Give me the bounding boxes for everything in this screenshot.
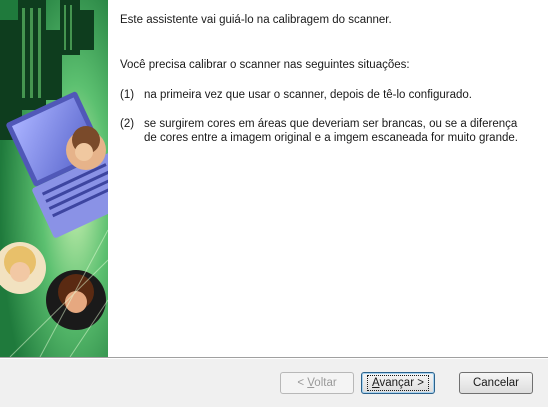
list-item-number: (1) bbox=[120, 89, 135, 101]
list-item-text: se surgirem cores em áreas que deveriam … bbox=[144, 118, 518, 144]
calibration-wizard-window: Este assistente vai guiá-lo na calibrage… bbox=[0, 0, 548, 407]
cancel-button[interactable]: Cancelar bbox=[459, 372, 533, 394]
back-button-prefix: < bbox=[297, 377, 308, 389]
back-button[interactable]: < Voltar bbox=[280, 372, 354, 394]
back-button-rest: oltar bbox=[314, 377, 337, 389]
next-button-focus: Avançar > bbox=[367, 375, 429, 391]
list-item: (2) se surgirem cores em áreas que dever… bbox=[120, 117, 530, 145]
list-item-number: (2) bbox=[120, 118, 135, 130]
list-item: (1) na primeira vez que usar o scanner, … bbox=[120, 88, 530, 102]
next-button-rest: vançar > bbox=[379, 377, 424, 389]
wizard-content: Este assistente vai guiá-lo na calibrage… bbox=[120, 0, 540, 357]
next-button-accel: A bbox=[372, 377, 380, 389]
list-item-text: na primeira vez que usar o scanner, depo… bbox=[144, 89, 472, 101]
lead-text: Você precisa calibrar o scanner nas segu… bbox=[120, 59, 410, 71]
next-button[interactable]: Avançar > bbox=[361, 372, 435, 394]
intro-text: Este assistente vai guiá-lo na calibrage… bbox=[120, 14, 392, 26]
wizard-banner-image bbox=[0, 0, 108, 357]
wizard-footer: < Voltar Avançar > Cancelar bbox=[0, 359, 548, 407]
